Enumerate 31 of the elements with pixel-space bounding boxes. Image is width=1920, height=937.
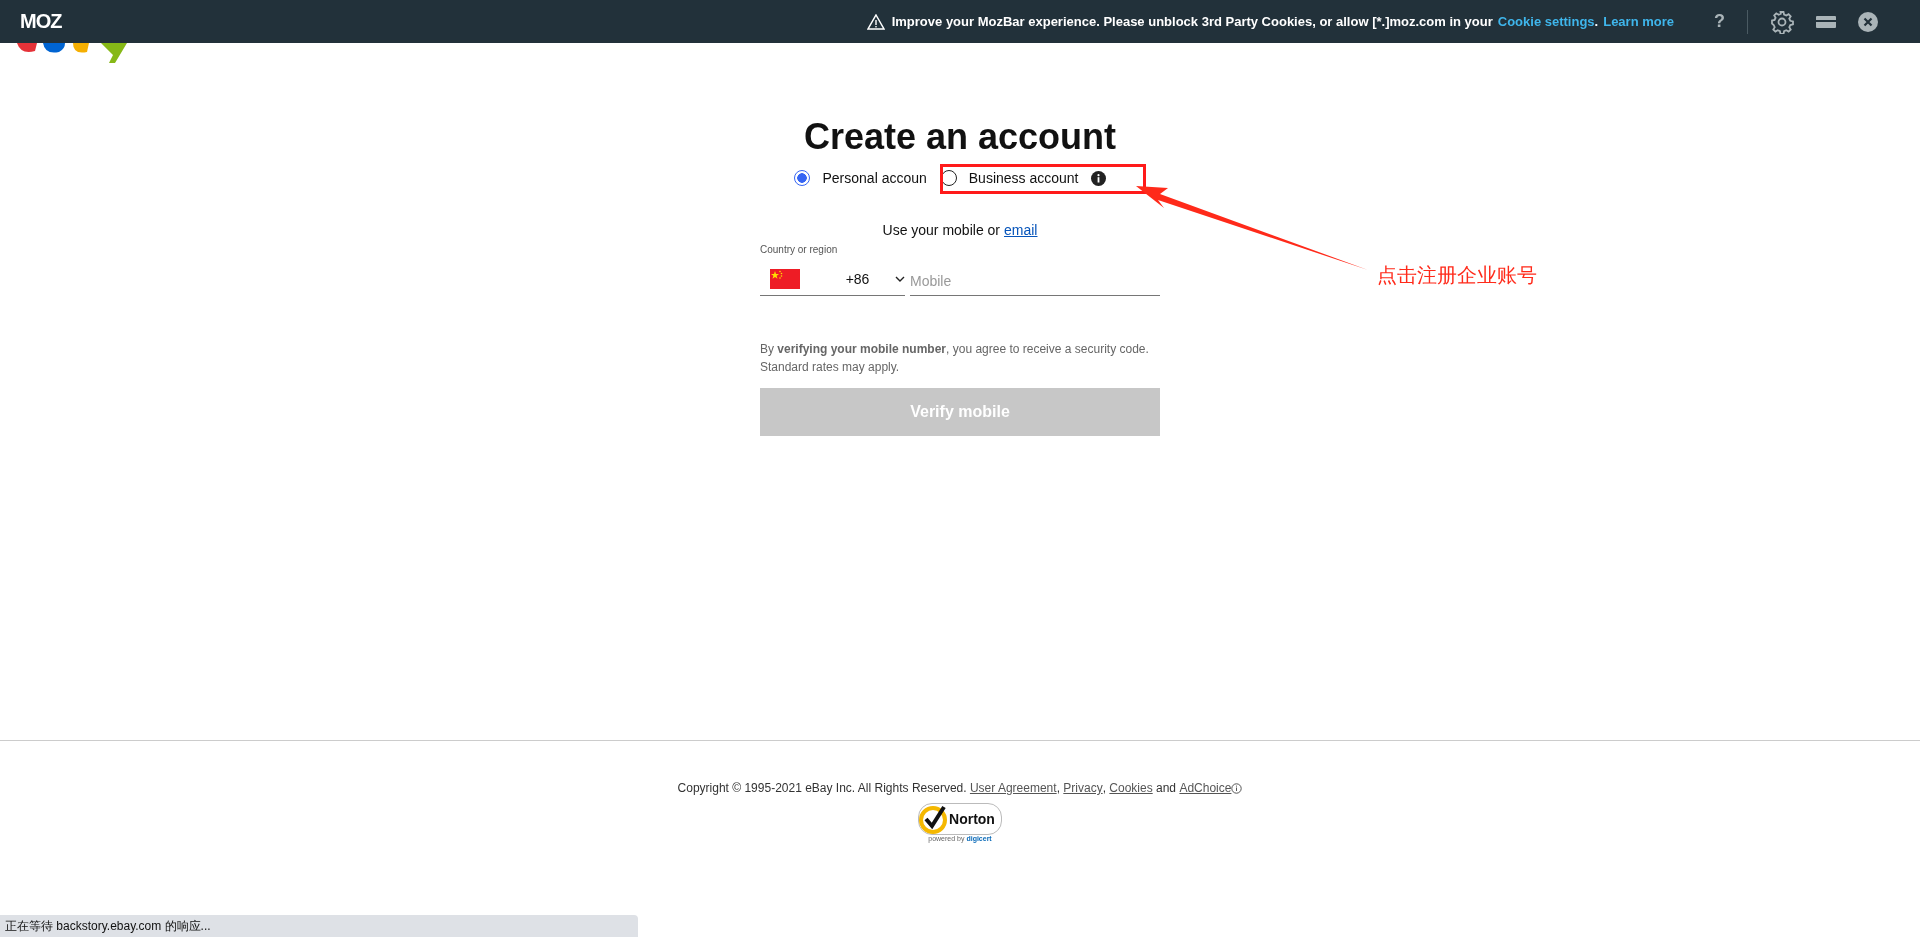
- moz-logo: MOZ: [20, 10, 63, 33]
- mozbar-message: Improve your MozBar experience. Please unblock 3rd Party Cookies, or allow [*.]moz.com in your: [891, 14, 1493, 29]
- checkmark-icon: [919, 804, 950, 834]
- email-link[interactable]: email: [1004, 222, 1038, 238]
- account-type-option[interactable]: Personal accoun: [794, 170, 927, 186]
- chevron-down-icon: [895, 275, 905, 282]
- cookie-settings-link[interactable]: Cookie settings: [1497, 14, 1595, 29]
- contact-prompt: Use your mobile or: [882, 222, 1000, 238]
- minimize-icon[interactable]: [1816, 15, 1836, 28]
- close-icon[interactable]: [1858, 11, 1878, 32]
- page-title: Create an account: [802, 116, 1118, 158]
- footer-link[interactable]: Privacy: [1063, 781, 1103, 795]
- flag-icon: [770, 268, 800, 289]
- seal-name: Norton: [949, 811, 995, 827]
- settings-icon[interactable]: [1770, 9, 1794, 34]
- footer-link[interactable]: Cookies: [1109, 781, 1153, 795]
- annotation-text: 点击注册企业账号: [1377, 262, 1537, 289]
- country-select[interactable]: +86: [760, 267, 905, 296]
- account-type-option[interactable]: Business account: [940, 170, 1106, 186]
- warning-icon: [866, 13, 885, 30]
- copyright-text: Copyright © 1995-2021 eBay Inc. All Rights Reserved. User Agreement, Privacy, Cookies and AdChoice: [677, 781, 1243, 795]
- radio-button[interactable]: [794, 170, 811, 186]
- learn-more-link[interactable]: Learn more: [1603, 14, 1674, 29]
- status-bar: 正在等待 backstory.ebay.com 的响应...: [0, 915, 638, 937]
- period-text: .: [1594, 14, 1599, 29]
- info-icon[interactable]: [1090, 170, 1106, 186]
- field-label: Country or region: [760, 244, 839, 255]
- footer-link[interactable]: AdChoice: [1179, 781, 1232, 795]
- disclaimer-text: By verifying your mobile number, you agree to receive a security code. Standard rates may apply.: [760, 341, 1150, 376]
- help-button[interactable]: ?: [1714, 11, 1725, 32]
- footer-link[interactable]: User Agreement: [969, 781, 1057, 795]
